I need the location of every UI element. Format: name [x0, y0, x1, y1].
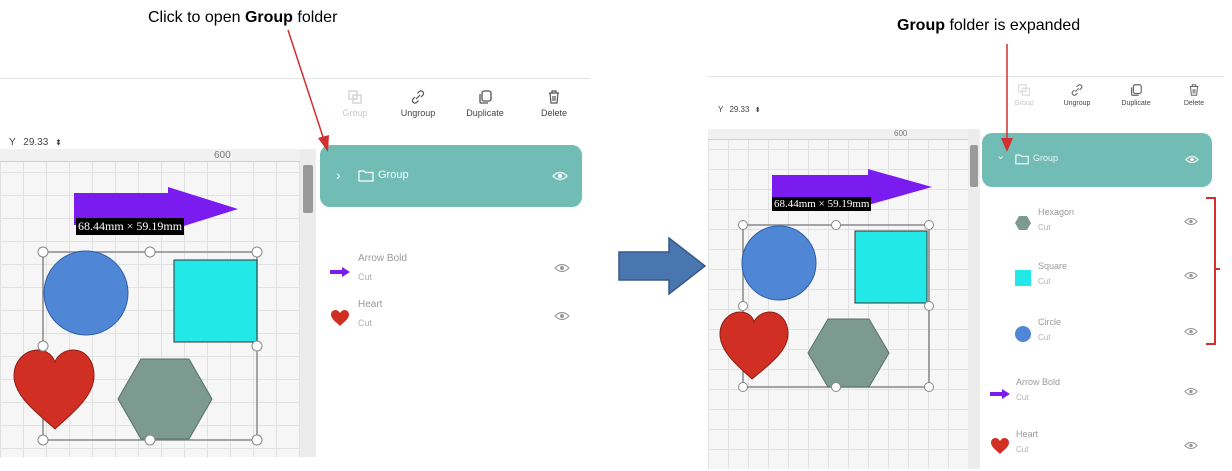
children-bracket	[1206, 197, 1216, 345]
annotation-arrow	[1001, 44, 1013, 152]
bracket-tick	[1214, 268, 1220, 270]
